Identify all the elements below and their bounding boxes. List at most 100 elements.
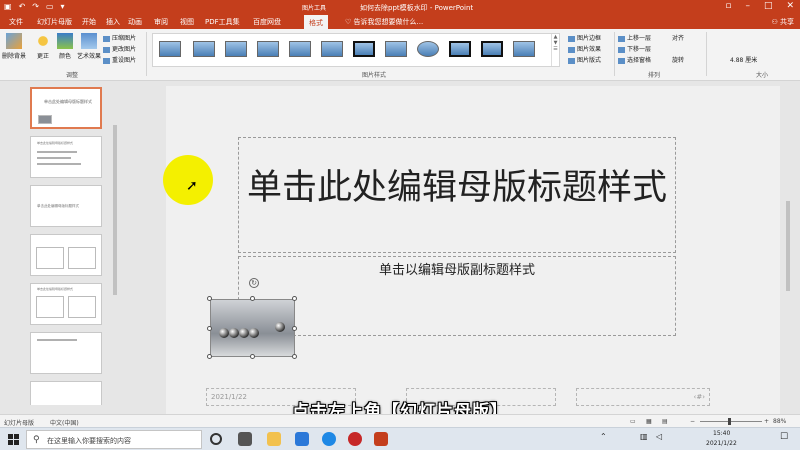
resize-handle[interactable] — [250, 354, 255, 359]
height-field[interactable]: 4.88 厘米 — [730, 55, 757, 64]
store-icon[interactable] — [295, 432, 309, 446]
taskbar-search-box[interactable]: ⚲ 在这里输入你要搜索的内容 — [26, 430, 202, 449]
picture-style-1[interactable] — [159, 41, 181, 57]
slide-scrollbar[interactable] — [784, 81, 792, 414]
resize-handle[interactable] — [250, 296, 255, 301]
tab-pdf-tools[interactable]: PDF工具集 — [205, 17, 240, 27]
tab-format[interactable]: 格式 — [304, 15, 328, 29]
thumbnail-layout-4[interactable]: 单击此处编辑母版标题样式 — [30, 283, 102, 325]
thumbnail-layout-5[interactable] — [30, 332, 102, 374]
sorter-view-icon[interactable]: ▦ — [646, 418, 652, 425]
thumbnail-layout-2[interactable]: 单击此处编辑母版标题样式 — [30, 185, 102, 227]
tab-home[interactable]: 开始 — [82, 17, 96, 27]
clock-time[interactable]: 15:40 — [713, 430, 730, 437]
zoom-slider-knob[interactable] — [728, 418, 731, 425]
recording-app-icon[interactable] — [348, 432, 362, 446]
resize-handle[interactable] — [292, 354, 297, 359]
network-icon[interactable]: ▥ — [640, 432, 648, 441]
save-icon[interactable]: ▣ — [4, 2, 12, 11]
normal-view-icon[interactable]: ▭ — [630, 418, 636, 425]
rotate-handle-icon[interactable]: ↻ — [249, 278, 259, 288]
tab-slide-master[interactable]: 幻灯片母版 — [37, 17, 72, 27]
picture-style-11[interactable] — [481, 41, 503, 57]
tab-insert[interactable]: 插入 — [106, 17, 120, 27]
volume-icon[interactable]: ◁ — [656, 432, 662, 441]
picture-layout-button[interactable]: 图片版式 — [568, 55, 601, 64]
gallery-more-icon[interactable]: ☰ — [552, 46, 559, 52]
thumbnail-layout-1[interactable]: 单击此处编辑母版标题样式 — [30, 136, 102, 178]
picture-style-5[interactable] — [289, 41, 311, 57]
tab-review[interactable]: 审阅 — [154, 17, 168, 27]
selected-picture[interactable] — [210, 299, 295, 357]
picture-style-10[interactable] — [449, 41, 471, 57]
color-button[interactable]: 颜色 — [53, 33, 77, 60]
compress-pictures-button[interactable]: 压缩图片 — [103, 33, 136, 42]
clock-date[interactable]: 2021/1/22 — [706, 440, 737, 447]
notifications-icon[interactable]: ☐ — [780, 432, 788, 442]
redo-icon[interactable]: ↷ — [32, 2, 39, 11]
tab-view[interactable]: 视图 — [180, 17, 194, 27]
artistic-effects-button[interactable]: 艺术效果 — [76, 33, 102, 60]
picture-style-7[interactable] — [353, 41, 375, 57]
close-icon[interactable]: ✕ — [786, 1, 794, 11]
picture-border-button[interactable]: 图片边框 — [568, 33, 601, 42]
reading-view-icon[interactable]: ▤ — [662, 418, 668, 425]
cortana-icon[interactable] — [210, 433, 222, 445]
picture-style-4[interactable] — [257, 41, 279, 57]
picture-style-9[interactable] — [417, 41, 439, 57]
bring-forward-button[interactable]: 上移一层 — [618, 33, 651, 42]
zoom-level[interactable]: 88% — [773, 418, 786, 425]
picture-style-6[interactable] — [321, 41, 343, 57]
picture-style-12[interactable] — [513, 41, 535, 57]
status-language[interactable]: 中文(中国) — [50, 418, 79, 427]
thumbnail-scrollbar[interactable] — [112, 85, 118, 405]
picture-effects-button[interactable]: 图片效果 — [568, 44, 601, 53]
subtitle-placeholder[interactable]: 单击以编辑母版副标题样式 — [238, 256, 676, 336]
reset-picture-button[interactable]: 重设图片 — [103, 55, 136, 64]
resize-handle[interactable] — [207, 326, 212, 331]
thumbnail-master[interactable]: 单击此处编辑母版标题样式 — [30, 87, 102, 129]
picture-styles-gallery[interactable]: ▲ ▼ ☰ — [152, 33, 560, 67]
picture-style-3[interactable] — [225, 41, 247, 57]
resize-handle[interactable] — [292, 326, 297, 331]
tab-baidu-pan[interactable]: 百度网盘 — [253, 17, 281, 27]
edge-icon[interactable] — [322, 432, 336, 446]
tray-overflow-icon[interactable]: ⌃ — [600, 432, 607, 441]
task-view-icon[interactable] — [238, 432, 252, 446]
resize-handle[interactable] — [207, 354, 212, 359]
file-explorer-icon[interactable] — [267, 432, 281, 446]
align-button[interactable]: 对齐 — [672, 33, 684, 42]
selection-pane-button[interactable]: 选择窗格 — [618, 55, 651, 64]
resize-handle[interactable] — [292, 296, 297, 301]
maximize-icon[interactable]: □ — [764, 1, 773, 11]
minimize-icon[interactable]: – — [745, 1, 750, 11]
picture-style-2[interactable] — [193, 41, 215, 57]
tell-me-search[interactable]: ♡ 告诉我您想要做什么... — [345, 17, 423, 27]
title-placeholder[interactable]: 单击此处编辑母版标题样式 — [238, 137, 676, 253]
undo-icon[interactable]: ↶ — [19, 2, 26, 11]
powerpoint-icon[interactable] — [374, 432, 388, 446]
change-picture-button[interactable]: 更改图片 — [103, 44, 136, 53]
zoom-in-icon[interactable]: + — [764, 418, 769, 425]
customize-icon[interactable]: ▾ — [61, 2, 65, 11]
slide-title[interactable]: 单击此处编辑母版标题样式 — [239, 166, 675, 210]
picture-style-8[interactable] — [385, 41, 407, 57]
corrections-button[interactable]: 更正 — [31, 33, 55, 60]
zoom-out-icon[interactable]: − — [690, 418, 695, 425]
gallery-scroll[interactable]: ▲ ▼ ☰ — [551, 34, 559, 66]
share-button[interactable]: ⚇ 共享 — [771, 17, 794, 27]
ribbon-options-icon[interactable]: ▫ — [725, 1, 731, 11]
remove-background-button[interactable]: 删除背景 — [2, 33, 26, 60]
tab-file[interactable]: 文件 — [9, 17, 23, 27]
slide-scroll-thumb[interactable] — [786, 201, 790, 291]
resize-handle[interactable] — [207, 296, 212, 301]
slideshow-icon[interactable]: ▭ — [46, 2, 54, 11]
thumbnail-layout-3[interactable] — [30, 234, 102, 276]
slide-subtitle[interactable]: 单击以编辑母版副标题样式 — [239, 259, 675, 278]
rotate-button[interactable]: 旋转 — [672, 55, 684, 64]
thumbnail-scroll-thumb[interactable] — [113, 125, 117, 295]
slide-canvas[interactable]: 单击此处编辑母版标题样式 单击以编辑母版副标题样式 2021/1/22 ‹#› — [166, 86, 780, 431]
tab-animations[interactable]: 动画 — [128, 17, 142, 27]
zoom-slider[interactable] — [700, 418, 762, 425]
windows-start-icon[interactable] — [8, 434, 19, 445]
